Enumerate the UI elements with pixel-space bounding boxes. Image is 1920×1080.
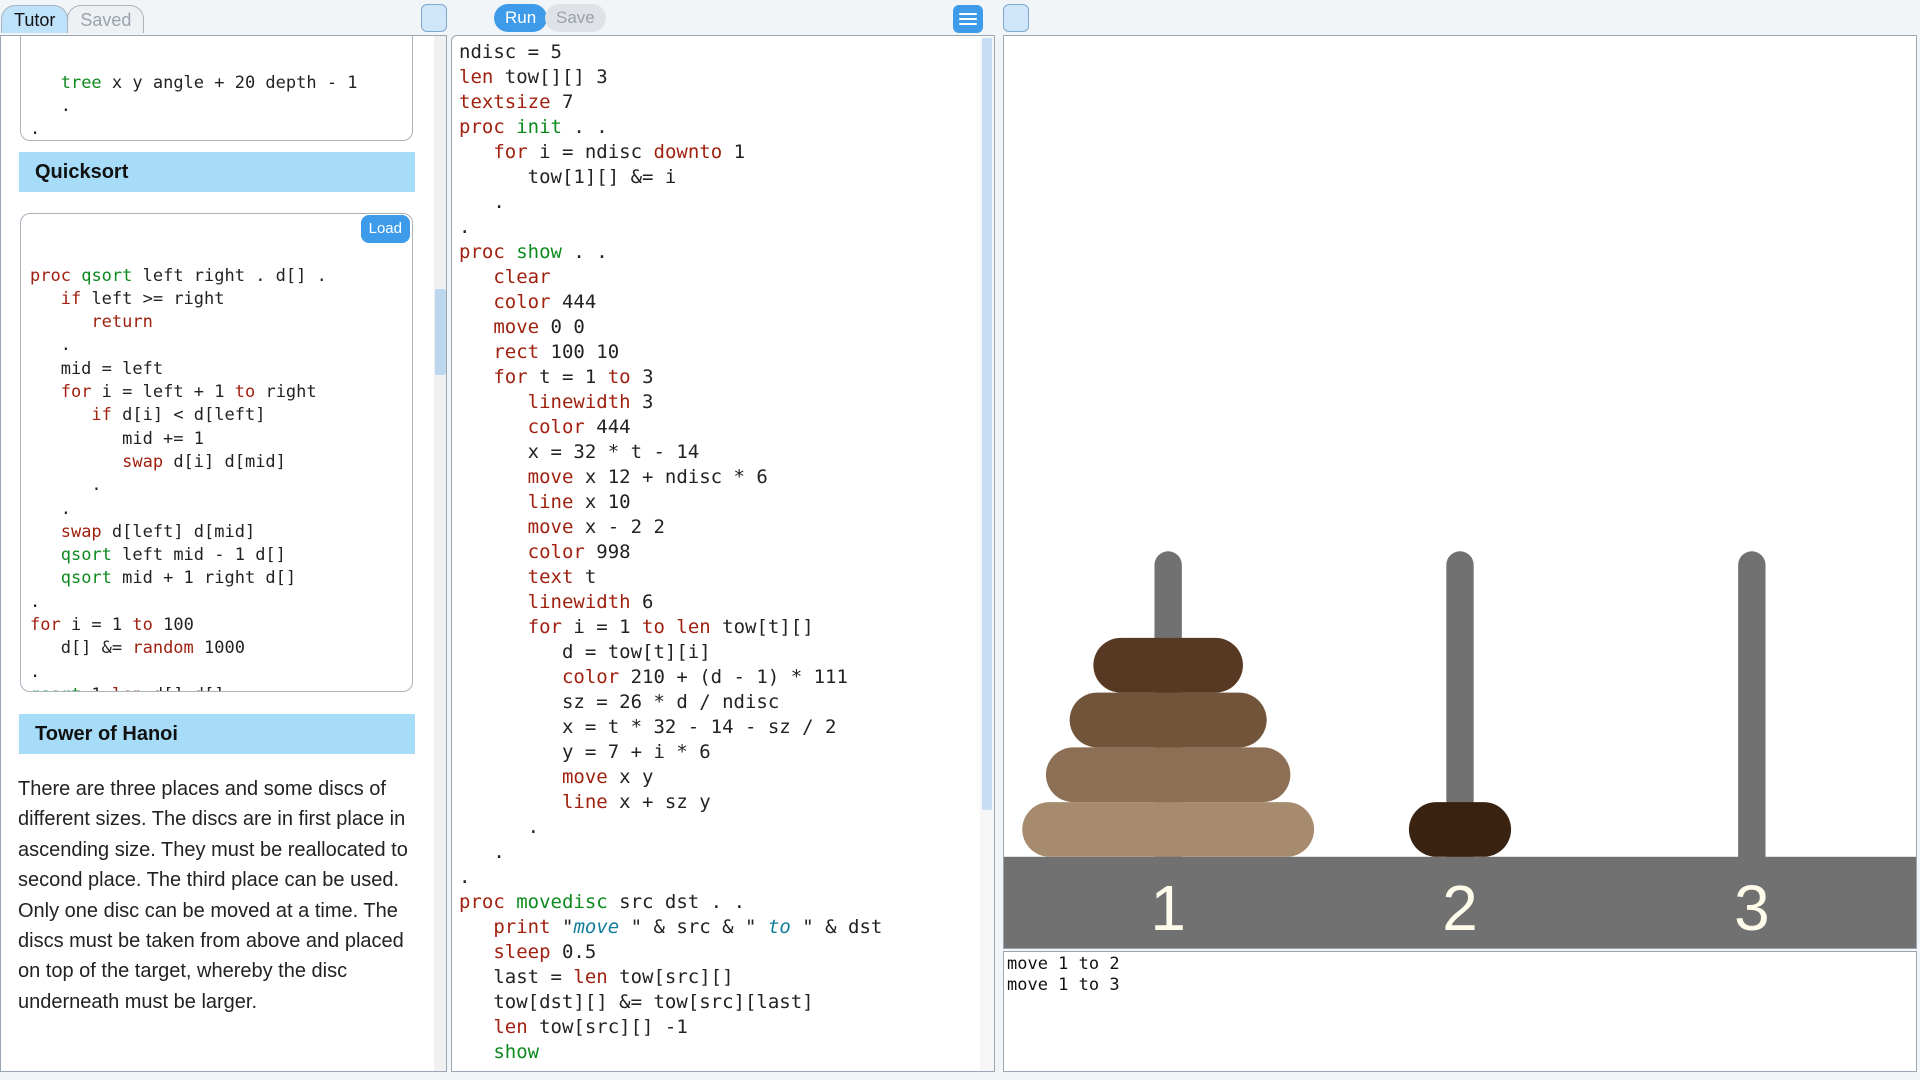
- output-console: move 1 to 2 move 1 to 3: [1003, 951, 1917, 1072]
- run-button[interactable]: Run: [494, 4, 548, 32]
- code-line: .: [30, 475, 102, 496]
- hanoi-description: There are three places and some discs of…: [18, 778, 408, 1013]
- peg-label: 1: [1150, 872, 1186, 944]
- code-line: color 998: [527, 541, 631, 563]
- code-editor[interactable]: ndisc = 5 len tow[][] 3 textsize 7 proc ini…: [451, 35, 995, 1072]
- code-line: color 444: [493, 291, 597, 313]
- code-line: .: [459, 841, 505, 863]
- editor-scrollbar-thumb[interactable]: [982, 38, 992, 810]
- code-line: color 444: [527, 416, 631, 438]
- load-button[interactable]: Load: [360, 215, 410, 243]
- code-line: line x + sz y: [561, 791, 711, 813]
- code-line: show: [493, 1041, 540, 1063]
- code-line: d = tow[t][i]: [459, 641, 711, 663]
- code-line: sleep 0.5: [493, 941, 597, 963]
- tab-bar: Tutor Saved: [1, 5, 145, 35]
- code-line: ndisc = 5: [459, 41, 562, 63]
- code-line: proc movedisc src dst . .: [459, 891, 746, 913]
- code-line: line x 10: [527, 491, 631, 513]
- code-line: proc init . .: [459, 116, 608, 138]
- code-line: .: [459, 816, 540, 838]
- code-line: .: [30, 591, 41, 612]
- code-line: mid = left: [30, 358, 164, 379]
- code-line: .: [30, 335, 71, 356]
- code-line: .: [459, 866, 471, 888]
- code-line: for i = ndisc downto 1: [493, 141, 746, 163]
- code-line: last = len tow[src][]: [459, 966, 734, 988]
- canvas-toggle-button[interactable]: [1003, 4, 1029, 32]
- code-line: len tow[src][] -1: [493, 1016, 688, 1038]
- output-line: move 1 to 2: [1007, 954, 1120, 974]
- code-line: sz = 26 * d / ndisc: [459, 691, 780, 713]
- quicksort-code-example[interactable]: proc qsort left right . d[] . if left >=…: [20, 213, 413, 692]
- tree-code-example[interactable]: tree x y angle + 20 depth - 1 ..tree 50 …: [20, 36, 413, 141]
- code-line: d[] &= random 1000: [30, 638, 245, 659]
- peg-label: 3: [1734, 872, 1770, 944]
- code-line: color 210 + (d - 1) * 111: [561, 666, 848, 688]
- code-line: textsize 7: [459, 91, 574, 113]
- code-line: for t = 1 to 3: [493, 366, 654, 388]
- code-line: .: [459, 191, 505, 213]
- code-line: proc qsort left right . d[] .: [30, 265, 327, 286]
- code-line: move x 12 + ndisc * 6: [527, 466, 768, 488]
- code-line: .: [459, 216, 471, 238]
- code-line: if d[i] < d[left]: [91, 405, 266, 426]
- editor-code-text[interactable]: ndisc = 5 len tow[][] 3 textsize 7 proc ini…: [459, 40, 882, 1065]
- peg-label: 2: [1442, 872, 1478, 944]
- code-line: print "move " & src & " to " & dst: [493, 916, 883, 938]
- code-line: mid += 1: [30, 428, 204, 449]
- code-line: x = 32 * t - 14: [459, 441, 700, 463]
- code-line: swap d[i] d[mid]: [122, 451, 286, 472]
- code-line: y = 7 + i * 6: [459, 741, 711, 763]
- code-line: tree x y angle + 20 depth - 1: [60, 72, 358, 93]
- section-heading-quicksort: Quicksort: [19, 152, 415, 192]
- code-line: .: [30, 95, 71, 116]
- tutor-scrollbar[interactable]: [434, 36, 446, 1071]
- code-line: for i = left + 1 to right: [60, 382, 317, 403]
- code-line: len tow[][] 3: [459, 66, 608, 88]
- code-line: .: [30, 119, 41, 140]
- code-line: proc show . .: [459, 241, 608, 263]
- hanoi-drawing: 1 2 3: [1004, 551, 1916, 948]
- tab-tutor[interactable]: Tutor: [1, 5, 69, 33]
- code-line: for i = 1 to len tow[t][]: [527, 616, 814, 638]
- code-line: move x y: [561, 766, 654, 788]
- code-line: if left >= right: [60, 288, 225, 309]
- code-line: text t: [527, 566, 597, 588]
- code-line: tow[1][] &= i: [459, 166, 677, 188]
- section-heading-tower-of-hanoi: Tower of Hanoi: [19, 714, 415, 754]
- code-line: qsort left mid - 1 d[]: [60, 545, 286, 566]
- code-line: move 0 0: [493, 316, 585, 338]
- tab-saved[interactable]: Saved: [67, 5, 145, 33]
- code-line: qsort mid + 1 right d[]: [60, 568, 297, 589]
- panel-toggle-button[interactable]: [421, 4, 447, 32]
- save-button[interactable]: Save: [545, 4, 606, 32]
- tutor-panel[interactable]: tree x y angle + 20 depth - 1 ..tree 50 …: [0, 35, 447, 1072]
- code-line: for i = 1 to 100: [30, 615, 194, 636]
- code-line: tow[dst][] &= tow[src][last]: [459, 991, 814, 1013]
- tutor-scrollbar-thumb[interactable]: [435, 289, 446, 375]
- code-line: linewidth 3: [527, 391, 654, 413]
- code-line: swap d[left] d[mid]: [60, 521, 256, 542]
- code-line: linewidth 6: [527, 591, 654, 613]
- output-line: move 1 to 3: [1007, 975, 1120, 995]
- code-line: clear: [493, 266, 551, 288]
- code-line: .: [30, 498, 71, 519]
- code-line: .: [30, 661, 41, 682]
- code-line: qsort 1 len d[] d[]: [30, 684, 403, 691]
- graphics-canvas: 1 2 3: [1003, 35, 1917, 949]
- hamburger-menu-icon[interactable]: [953, 5, 983, 33]
- code-line: x = t * 32 - 14 - sz / 2: [459, 716, 837, 738]
- code-line: return: [91, 312, 153, 333]
- code-line: rect 100 10: [493, 341, 620, 363]
- code-line: move x - 2 2: [527, 516, 665, 538]
